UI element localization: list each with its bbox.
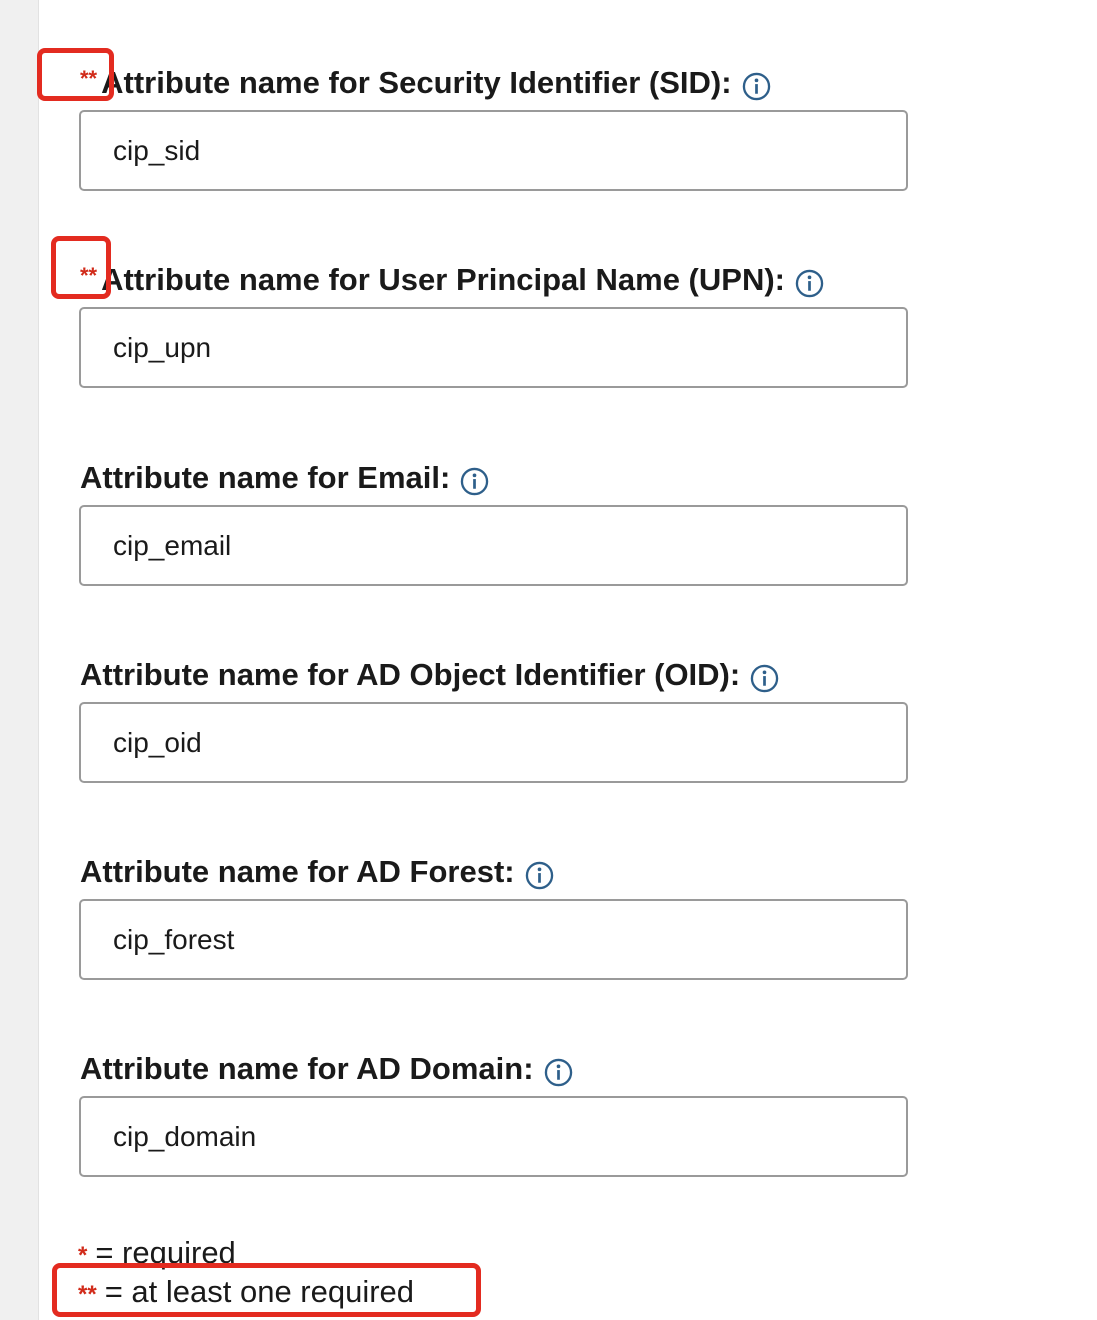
forest-label-text: Attribute name for AD Forest: (80, 854, 515, 889)
oid-label-text: Attribute name for AD Object Identifier … (80, 657, 741, 692)
left-panel-edge (0, 0, 39, 1320)
info-icon[interactable] (525, 861, 554, 890)
sid-label: ** Attribute name for Security Identifie… (80, 63, 771, 103)
info-icon[interactable] (460, 467, 489, 496)
email-label: Attribute name for Email: (80, 458, 489, 498)
info-icon[interactable] (544, 1058, 573, 1087)
info-icon[interactable] (742, 72, 771, 101)
highlight-box (51, 236, 111, 299)
forest-label: Attribute name for AD Forest: (80, 852, 554, 892)
email-label-text: Attribute name for Email: (80, 460, 451, 495)
upn-label: ** Attribute name for User Principal Nam… (80, 260, 824, 300)
domain-label: Attribute name for AD Domain: (80, 1049, 573, 1089)
sid-label-text: Attribute name for Security Identifier (… (101, 65, 732, 100)
oid-label: Attribute name for AD Object Identifier … (80, 655, 779, 695)
highlight-box (52, 1263, 481, 1317)
sid-input[interactable]: cip_sid (79, 110, 908, 191)
highlight-box (37, 48, 114, 101)
email-input[interactable]: cip_email (79, 505, 908, 586)
domain-label-text: Attribute name for AD Domain: (80, 1051, 534, 1086)
oid-input[interactable]: cip_oid (79, 702, 908, 783)
forest-input[interactable]: cip_forest (79, 899, 908, 980)
upn-input[interactable]: cip_upn (79, 307, 908, 388)
upn-label-text: Attribute name for User Principal Name (… (101, 262, 785, 297)
info-icon[interactable] (795, 269, 824, 298)
info-icon[interactable] (750, 664, 779, 693)
domain-input[interactable]: cip_domain (79, 1096, 908, 1177)
